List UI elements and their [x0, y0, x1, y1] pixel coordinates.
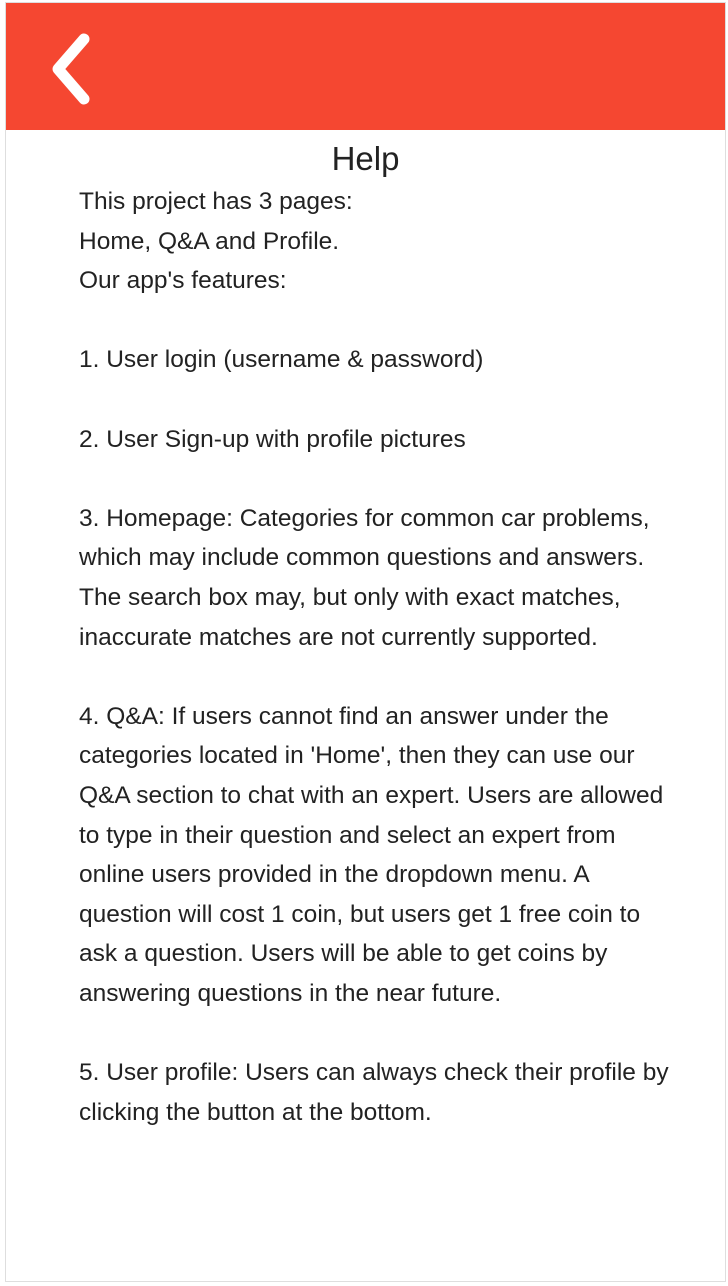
intro-line: Our app's features: — [79, 267, 287, 295]
intro-line: This project has 3 pages: — [79, 188, 353, 215]
back-button[interactable] — [42, 29, 112, 109]
app-bar — [6, 3, 725, 130]
feature-item: 3. Homepage: Categories for common car p… — [79, 504, 650, 651]
feature-item: 5. User profile: Users can always check … — [79, 1059, 669, 1126]
feature-item: 1. User login (username & password) — [79, 346, 484, 374]
chevron-left-icon — [52, 33, 90, 105]
app-screen: Help This project has 3 pages: Home, Q&A… — [5, 2, 726, 1282]
page-title: Help — [331, 140, 400, 177]
feature-item: 2. User Sign-up with profile pictures — [79, 425, 466, 453]
intro-line: Home, Q&A and Profile. — [79, 227, 340, 255]
feature-item: 4. Q&A: If users cannot find an answer u… — [79, 702, 664, 1007]
help-content: Help This project has 3 pages: Home, Q&A… — [6, 130, 725, 1126]
help-text: This project has 3 pages: Home, Q&A and … — [79, 182, 669, 1132]
